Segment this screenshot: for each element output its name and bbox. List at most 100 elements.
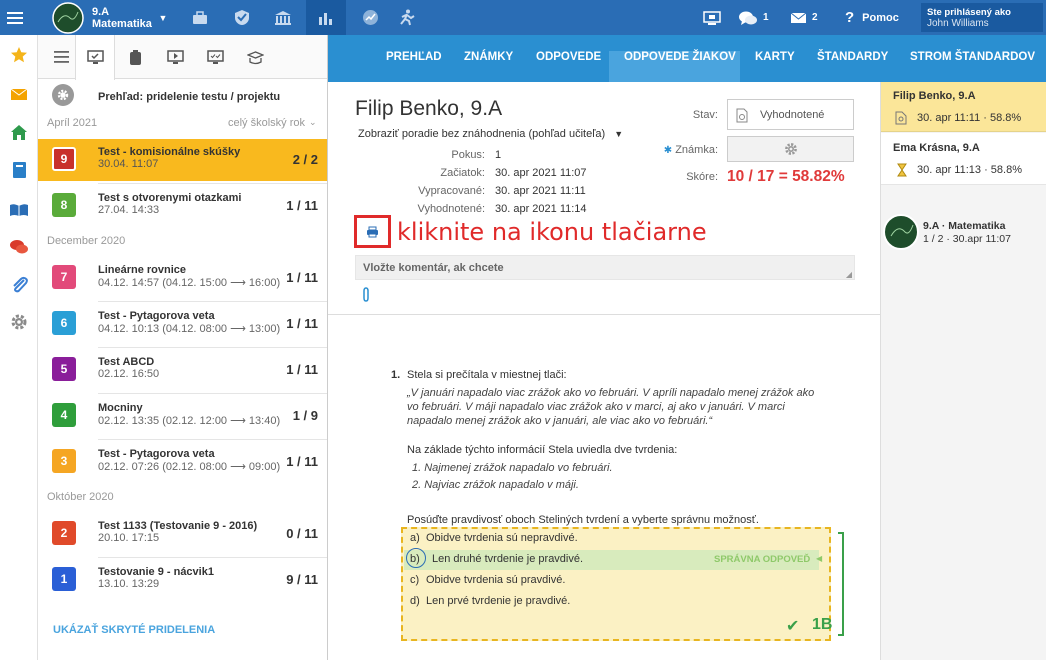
- assignment-item[interactable]: 1 Testovanie 9 - nácvik1 13.10. 13:29 9 / 1…: [38, 559, 327, 601]
- video-icon[interactable]: [155, 35, 195, 79]
- printer-icon: [367, 226, 378, 237]
- order-toggle[interactable]: Zobraziť poradie bez znáhodnenia (pohľad…: [358, 128, 623, 140]
- class-switcher[interactable]: 9.A Matematika: [92, 0, 152, 35]
- mail-button[interactable]: 2: [790, 0, 824, 35]
- resize-handle-icon: ◢: [845, 270, 852, 279]
- running-person-icon[interactable]: [392, 0, 422, 35]
- student-item-active[interactable]: Filip Benko, 9.A 30. apr 11:11 · 58.8%: [881, 82, 1046, 132]
- question-icon: ?: [845, 9, 855, 26]
- assignment-count: 1 / 11: [286, 270, 318, 285]
- star-icon[interactable]: [0, 40, 38, 70]
- homework-icon[interactable]: [115, 35, 155, 79]
- assignment-item[interactable]: 7 Lineárne rovnice 04.12. 14:57 (04.12. 15…: [38, 257, 327, 299]
- quiz-icon[interactable]: [195, 35, 235, 79]
- option-b[interactable]: b) Len druhé tvrdenie je pravdivé. SPRÁV…: [404, 548, 823, 570]
- vyhodnotene-label: Vyhodnotené:: [417, 203, 485, 215]
- logged-in-label: Ste prihlásený ako: [927, 6, 1011, 18]
- print-button[interactable]: [354, 215, 391, 248]
- grade-select[interactable]: [727, 136, 854, 162]
- assignment-number-badge: 3: [52, 449, 76, 473]
- show-hidden-link[interactable]: UKÁZAŤ SKRYTÉ PRIDELENIA: [53, 624, 215, 636]
- chart-circle-icon[interactable]: [355, 0, 385, 35]
- order-toggle-label: Zobraziť poradie bez znáhodnenia (pohľad…: [358, 128, 606, 140]
- divider: [98, 439, 327, 440]
- option-d[interactable]: d) Len prvé tvrdenie je pravdivé.: [404, 592, 819, 612]
- student-item[interactable]: Ema Krásna, 9.A 30. apr 11:13 · 58.8%: [881, 133, 1046, 185]
- question-number: 1.: [391, 369, 401, 381]
- assignment-item[interactable]: 3 Test - Pytagorova veta 02.12. 07:26 (02.…: [38, 441, 327, 483]
- hamburger-icon[interactable]: [0, 0, 30, 35]
- month-label: December 2020: [47, 235, 126, 247]
- stats-icon[interactable]: [306, 0, 346, 35]
- envelope-icon[interactable]: [0, 79, 38, 109]
- assignment-date: 13.10. 13:29: [98, 578, 160, 590]
- class-summary-title: 9.A · Matematika: [923, 220, 1006, 232]
- assignment-title: Mocniny: [98, 402, 143, 414]
- attachment-icon[interactable]: [361, 287, 371, 305]
- comment-placeholder: Vložte komentár, ak chcete: [363, 262, 504, 274]
- discussion-icon[interactable]: [0, 232, 38, 262]
- print-hint: kliknite na ikonu tlačiarne: [397, 218, 707, 246]
- home-icon[interactable]: [0, 117, 38, 147]
- shield-icon[interactable]: [227, 0, 257, 35]
- school-building-icon[interactable]: [268, 0, 298, 35]
- filter-dropdown[interactable]: celý školský rok: [228, 117, 305, 129]
- screen-cast-icon[interactable]: [697, 0, 727, 35]
- messages-count: 1: [763, 12, 769, 23]
- student-item-info: 30. apr 11:11 · 58.8%: [917, 112, 1022, 124]
- option-a[interactable]: a) Obidve tvrdenia sú nepravdivé.: [404, 529, 819, 549]
- help-button[interactable]: ? Pomoc: [845, 0, 907, 35]
- open-book-icon[interactable]: [0, 195, 38, 225]
- chevron-down-icon[interactable]: ▼: [156, 0, 170, 35]
- assignment-item[interactable]: 6 Test - Pytagorova veta 04.12. 10:13 (04.…: [38, 303, 327, 345]
- assignment-item[interactable]: 4 Mocniny 02.12. 13:35 (02.12. 12:00 ⟶ 13:…: [38, 395, 327, 437]
- divider: [328, 314, 880, 315]
- assignment-number-badge: 6: [52, 311, 76, 335]
- paperclip-icon[interactable]: [0, 270, 38, 300]
- briefcase-icon[interactable]: [185, 0, 215, 35]
- class-avatar[interactable]: [50, 0, 86, 35]
- assignment-item[interactable]: 9 Test - komisionálne skúšky 30.04. 11:07 2…: [38, 139, 327, 181]
- option-c[interactable]: c) Obidve tvrdenia sú pravdivé.: [404, 571, 819, 591]
- claims-intro: Na základe týchto informácií Stela uvied…: [407, 444, 678, 456]
- class-summary[interactable]: 9.A · Matematika 1 / 2 · 30.apr 11:07: [881, 210, 1046, 255]
- chevron-down-icon[interactable]: ⌄: [309, 117, 317, 128]
- subject-name: Matematika: [92, 17, 152, 30]
- option-letter: c): [410, 574, 420, 586]
- vypracovane-label: Vypracované:: [418, 185, 485, 197]
- gear-icon[interactable]: [0, 307, 38, 337]
- month-header: December 2020: [38, 235, 327, 253]
- assignment-number-badge: 2: [52, 521, 76, 545]
- question-task: Posúďte pravdivosť oboch Steliných tvrde…: [407, 514, 759, 526]
- class-summary-info: 1 / 2 · 30.apr 11:07: [923, 233, 1011, 245]
- assignment-item[interactable]: 5 Test ABCD 02.12. 16:50 1 / 11: [38, 349, 327, 391]
- assignment-number-badge: 9: [52, 147, 76, 171]
- assignment-number-badge: 5: [52, 357, 76, 381]
- hourglass-icon: [897, 163, 907, 180]
- option-text: Len druhé tvrdenie je pravdivé.: [432, 553, 584, 565]
- status-value: Vyhodnotené: [760, 109, 825, 121]
- notebook-icon[interactable]: [0, 155, 38, 185]
- user-menu[interactable]: Ste prihlásený ako John Williams: [921, 3, 1043, 32]
- assignment-title: Lineárne rovnice: [98, 264, 187, 276]
- assignment-count: 0 / 11: [286, 526, 318, 541]
- messages-button[interactable]: 1: [738, 0, 772, 35]
- tests-icon[interactable]: [75, 35, 115, 80]
- assignment-date: 20.10. 17:15: [98, 532, 160, 544]
- assignment-date: 02.12. 16:50: [98, 368, 160, 380]
- book-icon[interactable]: [235, 35, 275, 79]
- student-item-name: Filip Benko, 9.A: [893, 90, 976, 102]
- document-icon: [895, 111, 907, 125]
- assignment-item[interactable]: 2 Test 1133 (Testovanie 9 - 2016) 20.10. 1…: [38, 513, 327, 555]
- option-letter: d): [410, 595, 420, 607]
- arrow-left-icon: ◀: [816, 554, 823, 563]
- assignment-count: 2 / 2: [292, 152, 318, 167]
- assignment-title: Test s otvorenymi otazkami: [98, 192, 242, 204]
- assignment-item[interactable]: 8 Test s otvorenymi otazkami 27.04. 14:33 1…: [38, 185, 327, 227]
- comment-input[interactable]: Vložte komentár, ak chcete ◢: [355, 255, 855, 280]
- assignment-date: 04.12. 14:57 (04.12. 15:00 ⟶ 16:00): [98, 277, 281, 289]
- assignment-date: 04.12. 10:13 (04.12. 08:00 ⟶ 13:00): [98, 323, 281, 335]
- assignment-title: Test - komisionálne skúšky: [98, 146, 241, 158]
- option-text: Len prvé tvrdenie je pravdivé.: [426, 595, 571, 607]
- option-letter: b): [410, 553, 420, 565]
